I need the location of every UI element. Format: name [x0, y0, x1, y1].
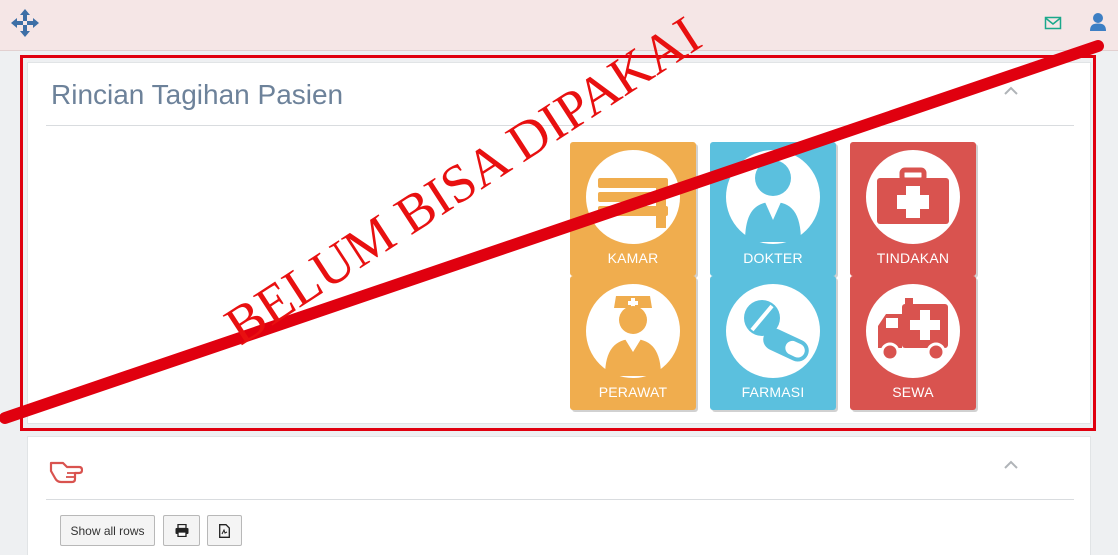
tile-label: PERAWAT: [598, 384, 668, 400]
hand-pointer-icon: [49, 461, 83, 484]
user-icon[interactable]: [1089, 12, 1107, 32]
data-table-panel: Show all rows: [27, 436, 1091, 555]
divider: [46, 125, 1074, 126]
print-button[interactable]: [163, 515, 200, 546]
tile-tindakan[interactable]: TINDAKAN: [850, 142, 976, 276]
chevron-up-icon[interactable]: [1003, 85, 1019, 97]
tile-kamar[interactable]: KAMAR: [570, 142, 696, 276]
tile-farmasi[interactable]: FARMASI: [710, 276, 836, 410]
pdf-export-button[interactable]: [207, 515, 242, 546]
tile-perawat[interactable]: PERAWAT: [570, 276, 696, 410]
show-all-rows-button[interactable]: Show all rows: [60, 515, 155, 546]
tile-label: DOKTER: [743, 250, 803, 266]
tile-label: KAMAR: [607, 250, 659, 266]
tile-sewa[interactable]: SEWA: [850, 276, 976, 410]
move-arrows-icon[interactable]: [11, 9, 39, 37]
tile-dokter[interactable]: DOKTER: [710, 142, 836, 276]
print-icon: [175, 524, 188, 537]
pdf-file-icon: [219, 523, 230, 538]
tile-label: FARMASI: [741, 384, 805, 400]
rincian-tagihan-panel: Rincian Tagihan Pasien KAMAR DOKTER TIND…: [27, 62, 1091, 424]
envelope-icon[interactable]: [1044, 15, 1062, 31]
divider: [46, 499, 1074, 500]
chevron-up-icon[interactable]: [1003, 459, 1019, 471]
tile-label: TINDAKAN: [876, 250, 950, 266]
tile-label: SEWA: [892, 384, 934, 400]
page-title: Rincian Tagihan Pasien: [51, 79, 344, 110]
top-navbar: [0, 0, 1118, 51]
